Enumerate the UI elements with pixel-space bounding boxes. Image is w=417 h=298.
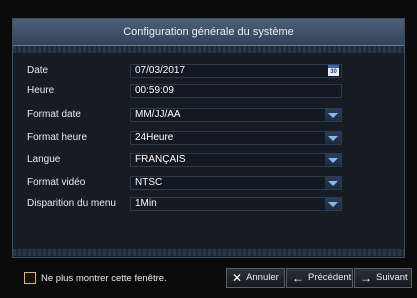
- time-format-label: Format heure: [27, 132, 88, 143]
- chevron-down-icon[interactable]: [325, 132, 341, 144]
- date-format-value: MM/JJ/AA: [135, 109, 181, 120]
- row-menu-timeout: Disparition du menu 1Min: [27, 197, 395, 211]
- date-label: Date: [27, 65, 49, 76]
- date-field[interactable]: 07/03/2017 30: [130, 64, 342, 78]
- chevron-down-icon[interactable]: [325, 154, 341, 166]
- next-button[interactable]: → Suivant: [354, 268, 412, 288]
- menu-timeout-value: 1Min: [135, 198, 157, 209]
- dont-show-again-label[interactable]: Ne plus montrer cette fenêtre.: [41, 272, 167, 285]
- stripe-divider-top: [13, 46, 404, 53]
- config-dialog: Configuration générale du système Date 0…: [12, 18, 405, 258]
- stripe-divider-bottom: [13, 249, 404, 256]
- date-value: 07/03/2017: [135, 65, 186, 76]
- chevron-down-icon[interactable]: [325, 109, 341, 121]
- language-label: Langue: [27, 154, 61, 165]
- date-format-select[interactable]: MM/JJ/AA: [130, 108, 342, 122]
- row-date: Date 07/03/2017 30: [27, 64, 395, 78]
- time-format-value: 24Heure: [135, 132, 174, 143]
- row-language: Langue FRANÇAIS: [27, 153, 395, 167]
- previous-button[interactable]: ← Précédent: [286, 268, 353, 288]
- next-button-label: Suivant: [376, 272, 408, 283]
- chevron-down-icon[interactable]: [325, 198, 341, 210]
- cancel-button-label: Annuler: [246, 272, 279, 283]
- language-value: FRANÇAIS: [135, 154, 186, 165]
- video-format-label: Format vidéo: [27, 177, 86, 188]
- menu-timeout-label: Disparition du menu: [27, 198, 116, 209]
- video-format-value: NTSC: [135, 177, 163, 188]
- time-format-select[interactable]: 24Heure: [130, 131, 342, 145]
- footer-bar: Ne plus montrer cette fenêtre. ✕ Annuler…: [0, 268, 417, 290]
- time-field[interactable]: 00:59:09: [130, 84, 342, 98]
- dialog-title: Configuration générale du système: [123, 26, 294, 38]
- menu-timeout-select[interactable]: 1Min: [130, 197, 342, 211]
- row-date-format: Format date MM/JJ/AA: [27, 108, 395, 122]
- time-label: Heure: [27, 85, 55, 96]
- arrow-right-icon: →: [360, 271, 372, 285]
- date-format-label: Format date: [27, 109, 81, 120]
- dont-show-again-checkbox[interactable]: [24, 272, 36, 284]
- arrow-left-icon: ←: [292, 271, 304, 285]
- row-video-format: Format vidéo NTSC: [27, 176, 395, 190]
- time-value: 00:59:09: [135, 85, 174, 96]
- video-format-select[interactable]: NTSC: [130, 176, 342, 190]
- row-time: Heure 00:59:09: [27, 84, 395, 98]
- language-select[interactable]: FRANÇAIS: [130, 153, 342, 167]
- close-icon: ✕: [232, 271, 243, 285]
- dialog-title-bar: Configuration générale du système: [13, 19, 404, 46]
- previous-button-label: Précédent: [308, 272, 352, 283]
- calendar-icon[interactable]: 30: [328, 65, 339, 76]
- row-time-format: Format heure 24Heure: [27, 131, 395, 145]
- cancel-button[interactable]: ✕ Annuler: [226, 268, 285, 288]
- chevron-down-icon[interactable]: [325, 177, 341, 189]
